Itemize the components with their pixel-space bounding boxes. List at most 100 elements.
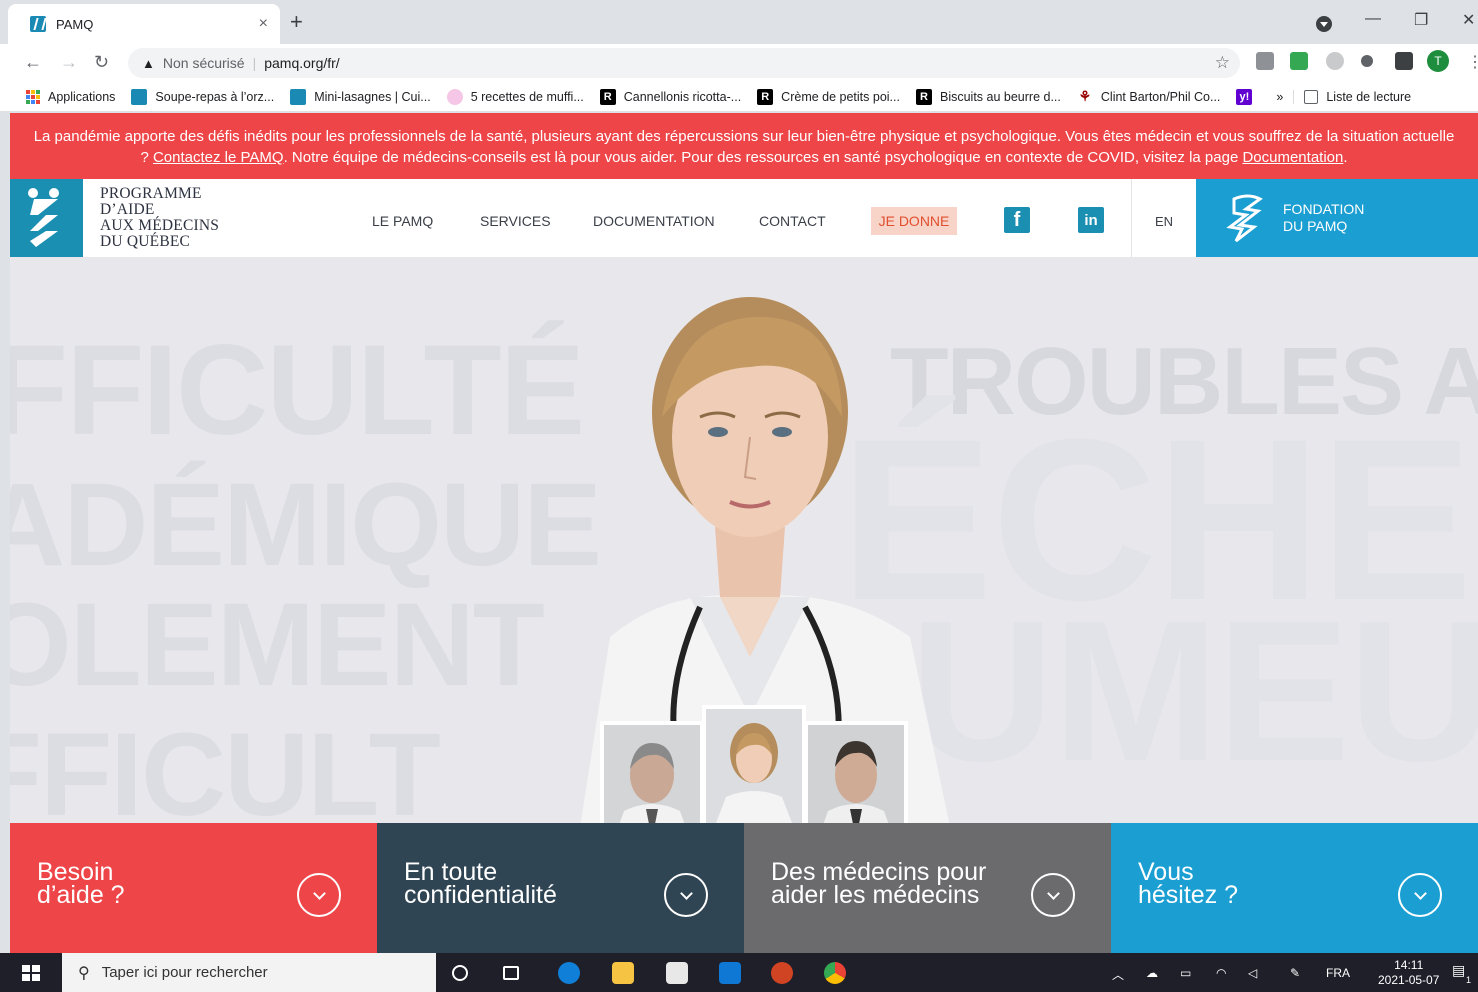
r-icon: R bbox=[915, 88, 932, 105]
edge-icon[interactable] bbox=[558, 962, 580, 984]
card-title-line: d’aide ? bbox=[37, 881, 125, 909]
close-window-icon[interactable]: ✕ bbox=[1462, 10, 1475, 30]
hero-bg-word: ADÉMIQUE bbox=[10, 459, 602, 591]
cast-extension-icon[interactable] bbox=[1256, 52, 1274, 70]
chevron-down-icon[interactable] bbox=[1031, 873, 1075, 917]
notifications-icon[interactable]: ▤ bbox=[1452, 962, 1465, 979]
cortana-icon[interactable] bbox=[452, 965, 468, 981]
new-tab-button[interactable]: + bbox=[290, 11, 303, 33]
bookmark-item[interactable]: Mini-lasagnes | Cui... bbox=[290, 88, 431, 105]
circle-extension-icon[interactable] bbox=[1361, 55, 1373, 67]
address-bar[interactable]: ▲ Non sécurisé | pamq.org/fr/ ☆ bbox=[128, 48, 1240, 78]
facebook-icon[interactable]: f bbox=[1004, 207, 1030, 233]
chrome-icon[interactable] bbox=[824, 962, 846, 984]
tab-close-icon[interactable]: × bbox=[259, 15, 268, 33]
bookmark-applications[interactable]: Applications bbox=[26, 89, 115, 104]
yahoo-icon: y! bbox=[1236, 88, 1253, 105]
address-separator: | bbox=[252, 55, 257, 71]
bookmark-item[interactable]: R Biscuits au beurre d... bbox=[915, 88, 1061, 105]
pen-icon[interactable]: ✎ bbox=[1290, 966, 1300, 980]
security-status: Non sécurisé bbox=[162, 55, 245, 71]
bookmark-label: Mini-lasagnes | Cui... bbox=[314, 89, 431, 104]
apps-grid-icon bbox=[26, 89, 40, 104]
male-doctor-photo bbox=[604, 725, 700, 823]
divider bbox=[1131, 179, 1132, 257]
bookmarks-overflow-button[interactable]: » bbox=[1276, 90, 1283, 104]
pamq-logo-icon[interactable] bbox=[10, 179, 83, 257]
file-explorer-icon[interactable] bbox=[612, 962, 634, 984]
restore-icon[interactable]: ❐ bbox=[1414, 10, 1428, 30]
task-view-icon[interactable] bbox=[503, 966, 519, 980]
card-title: En toute confidentialité bbox=[404, 860, 664, 908]
bookmark-item[interactable]: R Cannellonis ricotta-... bbox=[599, 88, 741, 105]
chevron-down-icon[interactable] bbox=[664, 873, 708, 917]
browser-tab[interactable]: PAMQ × bbox=[8, 4, 280, 44]
reading-list-button[interactable]: Liste de lecture bbox=[1293, 89, 1412, 104]
thumbnail-doctor-3[interactable] bbox=[804, 721, 908, 823]
chevron-down-icon[interactable] bbox=[297, 873, 341, 917]
nav-documentation[interactable]: DOCUMENTATION bbox=[593, 213, 715, 229]
chevron-down-icon[interactable] bbox=[1398, 873, 1442, 917]
fondation-logo-icon bbox=[1226, 194, 1263, 243]
forward-icon[interactable]: → bbox=[60, 52, 78, 73]
nav-services[interactable]: SERVICES bbox=[480, 213, 551, 229]
tray-chevron-up-icon[interactable]: ︿ bbox=[1112, 966, 1124, 983]
donate-button[interactable]: JE DONNE bbox=[871, 207, 957, 235]
search-icon: ⚲ bbox=[78, 964, 90, 982]
fondation-line: DU PAMQ bbox=[1283, 218, 1348, 234]
card-confidentialite[interactable]: En toute confidentialité bbox=[377, 823, 744, 953]
fondation-pamq-link[interactable]: FONDATION DU PAMQ bbox=[1196, 179, 1478, 257]
contact-pamq-link[interactable]: Contactez le PAMQ bbox=[153, 149, 284, 166]
input-language[interactable]: FRA bbox=[1326, 966, 1350, 980]
card-vous-hesitez[interactable]: Vous hésitez ? bbox=[1111, 823, 1478, 953]
bookmark-item[interactable]: ⚘ Clint Barton/Phil Co... bbox=[1077, 88, 1221, 105]
pamq-favicon-icon bbox=[131, 88, 148, 105]
card-title: Besoin d’aide ? bbox=[37, 860, 297, 909]
language-toggle[interactable]: EN bbox=[1155, 214, 1173, 229]
wifi-icon[interactable]: ◠ bbox=[1216, 966, 1226, 980]
back-icon[interactable]: ← bbox=[24, 52, 42, 73]
tab-title: PAMQ bbox=[56, 16, 94, 32]
logo-wordmark[interactable]: PROGRAMME D’AIDE AUX MÉDECINS DU QUÉBEC bbox=[100, 186, 219, 250]
r-icon: R bbox=[757, 88, 774, 105]
logo-line: DU QUÉBEC bbox=[100, 233, 191, 250]
menu-dots-icon[interactable]: ⋮ bbox=[1467, 52, 1478, 71]
hero-section: FFICULTÉ TROUBLES AN ADÉMIQUE ÉCHE OLEME… bbox=[10, 257, 1478, 823]
fondation-label: FONDATION DU PAMQ bbox=[1283, 201, 1364, 235]
battery-icon[interactable]: ▭ bbox=[1180, 966, 1191, 980]
onedrive-icon[interactable]: ☁ bbox=[1146, 966, 1158, 980]
linkedin-icon[interactable]: in bbox=[1078, 207, 1104, 233]
bookmark-item[interactable]: y! bbox=[1236, 88, 1260, 105]
minimize-icon[interactable]: — bbox=[1365, 10, 1381, 28]
nav-le-pamq[interactable]: LE PAMQ bbox=[372, 213, 433, 229]
card-medecins[interactable]: Des médecins pour aider les médecins bbox=[744, 823, 1111, 953]
profile-avatar[interactable]: T bbox=[1427, 50, 1449, 72]
card-title-line: aider les médecins bbox=[771, 881, 980, 909]
card-besoin-aide[interactable]: Besoin d’aide ? bbox=[10, 823, 377, 953]
mail-icon[interactable] bbox=[719, 962, 741, 984]
documentation-link[interactable]: Documentation bbox=[1242, 149, 1343, 166]
bookmark-item[interactable]: R Crème de petits poi... bbox=[757, 88, 900, 105]
taskbar-search[interactable]: ⚲ Taper ici pour rechercher bbox=[62, 953, 436, 992]
check-extension-icon[interactable] bbox=[1290, 52, 1308, 70]
bookmark-star-icon[interactable]: ☆ bbox=[1215, 53, 1230, 73]
nav-contact[interactable]: CONTACT bbox=[759, 213, 826, 229]
store-icon[interactable] bbox=[666, 962, 688, 984]
reading-list-icon bbox=[1304, 89, 1319, 104]
reading-list-label: Liste de lecture bbox=[1326, 89, 1412, 104]
warning-icon[interactable]: ▲ bbox=[142, 56, 155, 71]
clock[interactable]: 14:11 2021-05-07 bbox=[1378, 958, 1439, 988]
pamq-favicon-icon bbox=[290, 88, 307, 105]
bookmark-item[interactable]: Soupe-repas à l’orz... bbox=[131, 88, 274, 105]
tab-search-icon[interactable] bbox=[1316, 16, 1332, 32]
thumbnail-doctor-1[interactable] bbox=[600, 721, 704, 823]
powerpoint-icon[interactable] bbox=[771, 962, 793, 984]
ao3-icon: ⚘ bbox=[1078, 88, 1092, 104]
puzzle-extensions-icon[interactable] bbox=[1395, 52, 1413, 70]
thumbnail-doctor-2[interactable] bbox=[702, 705, 806, 823]
extension-icon[interactable] bbox=[1326, 52, 1344, 70]
reload-icon[interactable]: ↻ bbox=[94, 52, 109, 73]
volume-icon[interactable]: ◁ bbox=[1248, 966, 1257, 980]
bookmark-item[interactable]: 5 recettes de muffi... bbox=[446, 88, 584, 105]
windows-start-icon[interactable] bbox=[22, 965, 40, 981]
